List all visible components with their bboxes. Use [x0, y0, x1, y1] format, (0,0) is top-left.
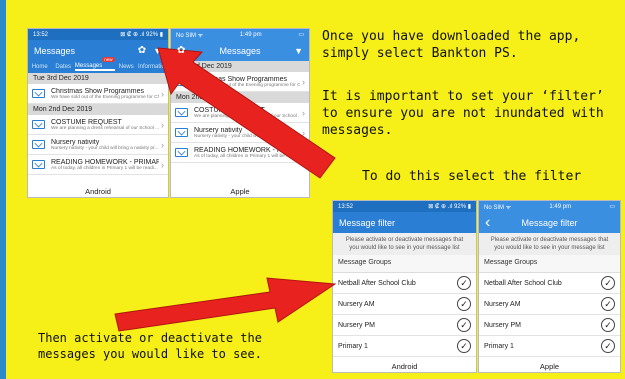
tab-news[interactable]: News	[115, 64, 138, 70]
message-preview: We have sold out of the Evening programm…	[51, 94, 159, 100]
app-title: Messages	[34, 45, 76, 56]
message-preview: Nursery nativity - your child will bring…	[51, 145, 159, 151]
envelope-icon	[32, 120, 45, 129]
date-header: Mon 2nd Dec 2019	[28, 104, 168, 115]
status-bar: No SIM ᯤ 1:49 pm ▭	[171, 29, 309, 40]
filter-row[interactable]: Nursery PM ✓	[479, 315, 620, 336]
message-title: Christmas Show Programmes	[51, 87, 144, 95]
message-groups-heading: Message Groups	[333, 255, 476, 273]
check-icon[interactable]: ✓	[601, 276, 615, 290]
envelope-icon	[32, 160, 45, 169]
message-row[interactable]: Christmas Show ProgrammesWe have sold ou…	[28, 84, 168, 104]
filter-row-label: Nursery AM	[484, 300, 521, 308]
message-row[interactable]: COSTUME REQUESTWe are planning a dress r…	[28, 115, 168, 135]
tab-messages-label: Messages	[74, 63, 103, 69]
check-icon[interactable]: ✓	[601, 339, 615, 353]
message-title: COSTUME REQUEST	[51, 118, 122, 126]
filter-instructions: Please activate or deactivate messages t…	[333, 233, 476, 255]
filter-row[interactable]: Nursery AM ✓	[479, 294, 620, 315]
gear-icon[interactable]: ✿	[177, 45, 185, 56]
filter-row-label: Primary 1	[484, 342, 514, 350]
date-header: Tue 3rd Dec 2019	[28, 73, 168, 84]
status-icons: ⊠ ₡ ⊕ .ıl 92% ▮	[120, 32, 163, 38]
message-title: Nursery nativity	[51, 138, 100, 146]
check-icon[interactable]: ✓	[457, 276, 471, 290]
app-bar: ‹ Message filter	[479, 212, 620, 233]
platform-caption: Apple	[539, 362, 560, 371]
filter-row[interactable]: Primary 1 ✓	[479, 336, 620, 357]
status-carrier: No SIM ᯤ	[176, 32, 204, 39]
filter-row[interactable]: Nursery AM ✓	[333, 294, 476, 315]
instruction-text-select-filter: To do this select the filter	[362, 169, 582, 184]
red-arrow-to-filter-icon	[157, 47, 336, 179]
message-preview: We are planning a dress rehearsal of our…	[51, 125, 159, 131]
message-row[interactable]: READING HOMEWORK - PRIMARY 1As of today,…	[28, 155, 168, 175]
filter-row[interactable]: Netball After School Club ✓	[479, 273, 620, 294]
battery-icon: ▭	[609, 204, 615, 210]
check-icon[interactable]: ✓	[601, 297, 615, 311]
message-row[interactable]: Nursery nativity Nursery nativity - your …	[28, 135, 168, 155]
filter-row[interactable]: Nursery PM ✓	[333, 315, 476, 336]
check-icon[interactable]: ✓	[457, 318, 471, 332]
tab-messages[interactable]: Messagesnew	[74, 57, 115, 71]
filter-row-label: Netball After School Club	[484, 279, 562, 287]
check-icon[interactable]: ✓	[457, 339, 471, 353]
filter-row[interactable]: Netball After School Club ✓	[333, 273, 476, 294]
platform-caption: Android	[391, 362, 418, 371]
instruction-text-filter: It is important to set your ‘filter’ to …	[322, 89, 604, 138]
android-filter-screenshot: 13:52 ⊠ ₡ ⊕ .ıl 92% ▮ Message filter Ple…	[332, 200, 477, 373]
battery-icon: ▭	[298, 32, 304, 38]
filter-icon[interactable]: ▼	[294, 46, 303, 56]
status-bar: 13:52 ⊠ ₡ ⊕ .ıl 92% ▮	[28, 29, 168, 40]
app-title: Message filter	[521, 217, 578, 228]
left-accent-strip	[0, 0, 6, 379]
message-groups-heading: Message Groups	[479, 255, 620, 273]
status-icons: ⊠ ₡ ⊕ .ıl 92% ▮	[428, 204, 471, 210]
android-messages-screenshot: 13:52 ⊠ ₡ ⊕ .ıl 92% ▮ Messages ✿ ▼ Home …	[27, 28, 169, 198]
filter-instructions: Please activate or deactivate messages t…	[479, 233, 620, 255]
status-bar: No SIM ᯤ 1:49 pm ▭	[479, 201, 620, 212]
message-title: READING HOMEWORK - PRIMARY 1	[51, 158, 159, 166]
platform-caption: Android	[85, 187, 111, 196]
filter-row-label: Primary 1	[338, 342, 368, 350]
app-title: Message filter	[339, 217, 396, 228]
instruction-text-download: Once you have downloaded the app, simply…	[322, 29, 581, 61]
gear-icon[interactable]: ✿	[138, 45, 146, 56]
app-bar: Messages ✿ ▼	[28, 40, 168, 61]
check-icon[interactable]: ✓	[601, 318, 615, 332]
status-time: 1:49 pm	[239, 31, 262, 38]
status-carrier: No SIM ᯤ	[484, 204, 512, 211]
tab-home[interactable]: Home	[28, 64, 51, 70]
tab-dates[interactable]: Dates	[51, 64, 74, 70]
new-badge: new	[102, 57, 115, 62]
filter-row-label: Netball After School Club	[338, 279, 416, 287]
back-chevron-icon[interactable]: ‹	[485, 214, 490, 232]
instruction-text-activate: Then activate or deactivate the messages…	[38, 331, 262, 361]
app-bar: Message filter	[333, 212, 476, 233]
filter-row-label: Nursery PM	[484, 321, 521, 329]
status-bar: 13:52 ⊠ ₡ ⊕ .ıl 92% ▮	[333, 201, 476, 212]
tab-bar: Home Dates Messagesnew News Information	[28, 57, 168, 73]
envelope-icon	[32, 89, 45, 98]
status-time: 13:52	[33, 31, 49, 38]
status-time: 13:52	[338, 203, 354, 210]
filter-row[interactable]: Primary 1 ✓	[333, 336, 476, 357]
status-time: 1:49 pm	[549, 203, 572, 210]
envelope-icon	[32, 140, 45, 149]
message-preview: As of today, all children in Primary 1 w…	[51, 165, 158, 171]
check-icon[interactable]: ✓	[457, 297, 471, 311]
apple-filter-screenshot: No SIM ᯤ 1:49 pm ▭ ‹ Message filter Plea…	[478, 200, 621, 373]
